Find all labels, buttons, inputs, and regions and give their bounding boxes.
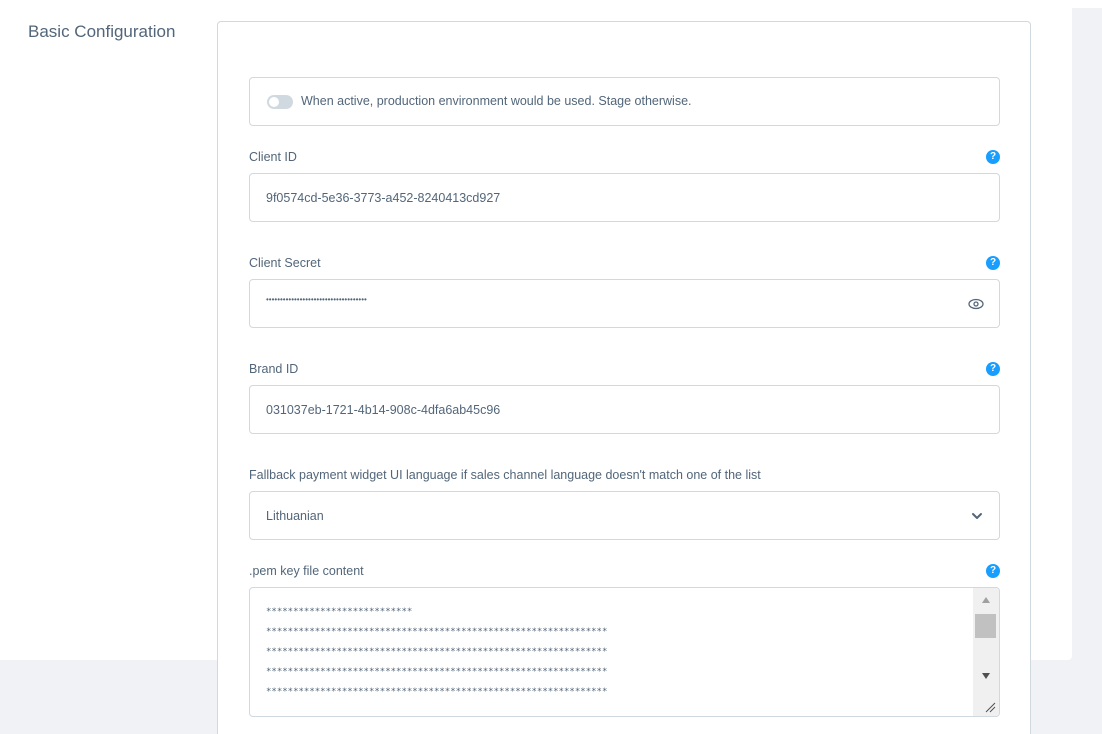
fallback-language-value: Lithuanian [266, 509, 324, 523]
toggle-knob [269, 97, 279, 107]
client-secret-value: •••••••••••••••••••••••••••••••••••• [266, 295, 367, 304]
client-id-label: Client ID [249, 150, 297, 164]
pem-key-label: .pem key file content [249, 564, 364, 578]
pem-key-line: ****************************************… [266, 687, 608, 697]
pem-key-line: ****************************************… [266, 667, 608, 677]
brand-id-help-icon[interactable]: ? [986, 362, 1000, 376]
client-secret-input[interactable]: •••••••••••••••••••••••••••••••••••• [249, 279, 1000, 328]
client-id-help-icon[interactable]: ? [986, 150, 1000, 164]
brand-id-label: Brand ID [249, 362, 299, 376]
eye-icon[interactable] [968, 297, 984, 311]
scroll-down-arrow-icon[interactable] [981, 672, 991, 680]
chevron-down-icon [972, 513, 982, 519]
textarea-scrollbar[interactable] [973, 588, 999, 716]
client-secret-label: Client Secret [249, 256, 321, 270]
pem-key-line: ****************************************… [266, 627, 608, 637]
fallback-language-label: Fallback payment widget UI language if s… [249, 468, 761, 482]
production-toggle-row: When active, production environment woul… [249, 77, 1000, 126]
client-id-value: 9f0574cd-5e36-3773-a452-8240413cd927 [266, 191, 501, 205]
scroll-up-arrow-icon[interactable] [981, 596, 991, 604]
production-toggle-switch[interactable] [267, 95, 293, 109]
pem-key-content: *************************** ************… [266, 602, 607, 702]
brand-id-input[interactable]: 031037eb-1721-4b14-908c-4dfa6ab45c96 [249, 385, 1000, 434]
client-secret-help-icon[interactable]: ? [986, 256, 1000, 270]
resize-handle-icon[interactable] [984, 701, 996, 713]
pem-key-help-icon[interactable]: ? [986, 564, 1000, 578]
client-id-input[interactable]: 9f0574cd-5e36-3773-a452-8240413cd927 [249, 173, 1000, 222]
section-title: Basic Configuration [28, 22, 176, 41]
pem-key-line: *************************** [266, 607, 413, 617]
fallback-language-select[interactable]: Lithuanian [249, 491, 1000, 540]
scroll-thumb[interactable] [975, 614, 996, 638]
pem-key-line: ****************************************… [266, 647, 608, 657]
brand-id-value: 031037eb-1721-4b14-908c-4dfa6ab45c96 [266, 403, 501, 417]
pem-key-textarea[interactable]: *************************** ************… [249, 587, 1000, 717]
top-strip [0, 0, 1102, 8]
production-toggle-label: When active, production environment woul… [301, 94, 692, 108]
